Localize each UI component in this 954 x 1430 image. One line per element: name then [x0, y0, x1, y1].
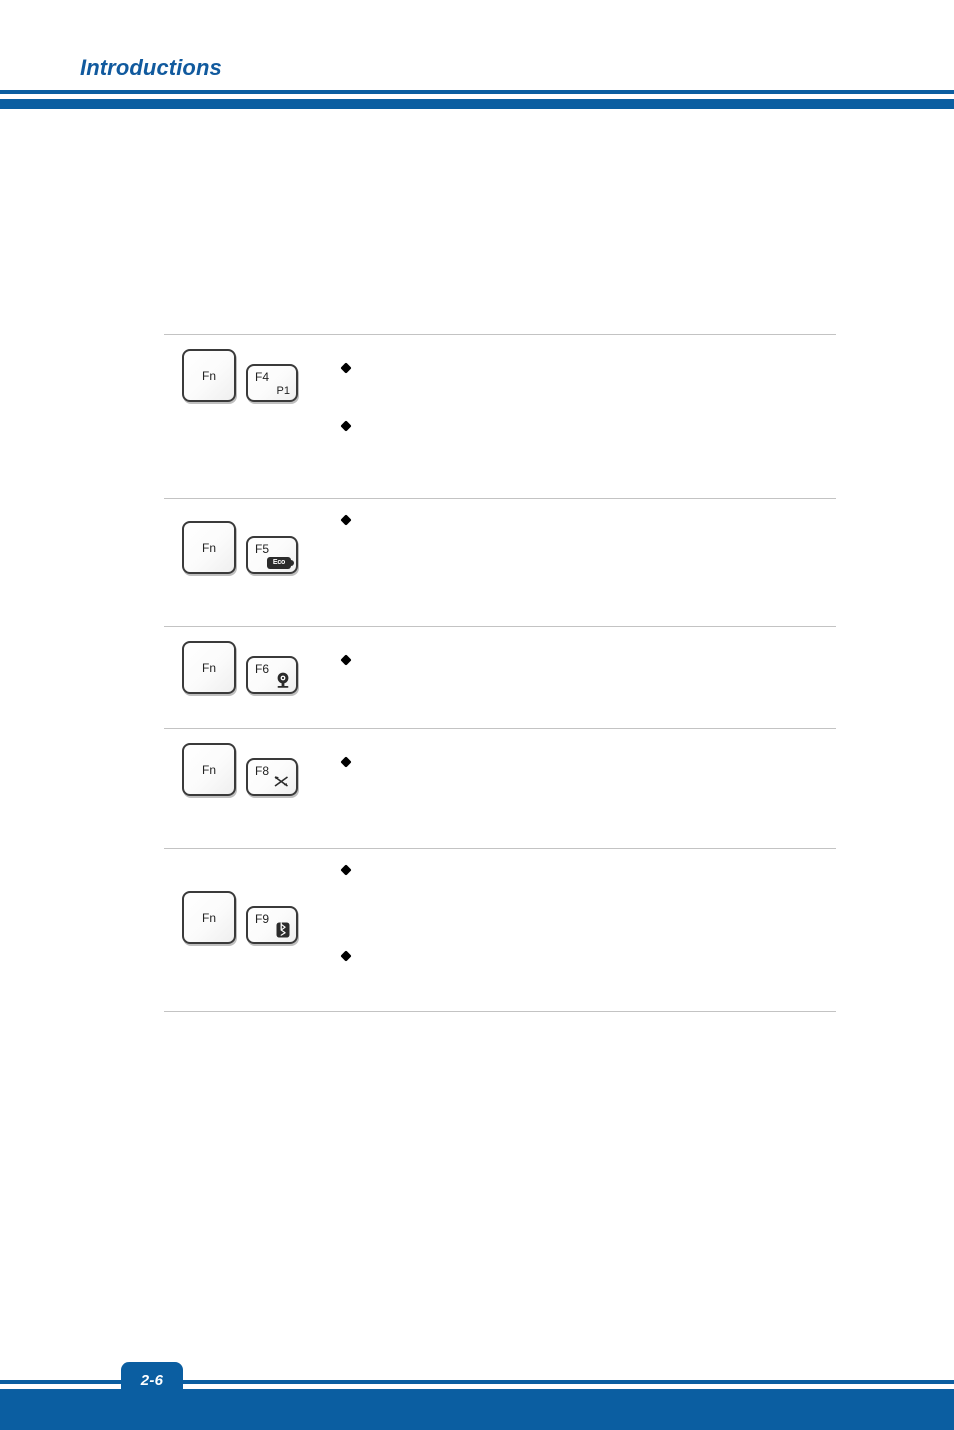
key-f6-label: F6: [255, 661, 270, 676]
key-fn-label: Fn: [201, 910, 216, 925]
table-row: Fn F9: [164, 848, 836, 1012]
page-title: Introductions: [80, 55, 222, 80]
eco-battery-icon-label: Eco: [272, 559, 286, 566]
table-row: Fn F6: [164, 626, 836, 728]
eco-battery-icon: Eco: [267, 556, 294, 569]
list-item: [340, 755, 358, 768]
key-fn-label: Fn: [201, 368, 216, 383]
hotkey-table: Fn F4 P1 Fn F5 Eco Fn F6 Fn F8 Fn F9: [164, 334, 836, 1012]
header-rule-thin: [0, 90, 954, 94]
key-combination: Fn F5 Eco: [182, 521, 298, 574]
webcam-icon: [275, 672, 291, 689]
list-item: [340, 513, 358, 526]
table-row: Fn F5 Eco: [164, 498, 836, 626]
row-description: [340, 627, 836, 728]
key-fn-label: Fn: [201, 660, 216, 675]
page-header: Introductions: [0, 0, 954, 120]
key-f6[interactable]: F6: [246, 655, 298, 694]
list-item: [340, 653, 358, 666]
list-item: [340, 361, 358, 374]
key-combination: Fn F4 P1: [182, 349, 298, 402]
key-combination: Fn F8: [182, 743, 298, 796]
page-number-tab: 2-6: [121, 1362, 183, 1398]
key-combination: Fn F9: [182, 891, 298, 944]
bullet-icon: [340, 362, 352, 374]
key-f5-label: F5: [255, 541, 270, 556]
row-description: [340, 499, 836, 626]
list-item: [340, 419, 358, 432]
key-fn[interactable]: Fn: [182, 521, 236, 574]
key-f5[interactable]: F5 Eco: [246, 535, 298, 574]
list-item: [340, 863, 358, 876]
page-number-label: 2-6: [140, 1371, 164, 1389]
page-footer: 2-6: [0, 1360, 954, 1430]
key-f4-label: F4: [255, 369, 270, 384]
header-rule-thick: [0, 99, 954, 109]
row-description: [340, 849, 836, 1011]
key-fn[interactable]: Fn: [182, 891, 236, 944]
key-f4[interactable]: F4 P1: [246, 363, 298, 402]
bullet-icon: [340, 420, 352, 432]
row-description: [340, 335, 836, 498]
bullet-icon: [340, 654, 352, 666]
key-fn[interactable]: Fn: [182, 641, 236, 694]
bullet-icon: [340, 864, 352, 876]
key-combination: Fn F6: [182, 641, 298, 694]
bluetooth-icon: [276, 921, 290, 938]
key-f9-label: F9: [255, 911, 270, 926]
key-f9[interactable]: F9: [246, 905, 298, 944]
key-f8-label: F8: [255, 763, 270, 778]
key-fn[interactable]: Fn: [182, 743, 236, 796]
bullet-icon: [340, 756, 352, 768]
key-fn[interactable]: Fn: [182, 349, 236, 402]
bullet-icon: [340, 514, 352, 526]
row-description: [340, 729, 836, 848]
key-f4-sublabel: P1: [276, 384, 290, 397]
table-row: Fn F4 P1: [164, 334, 836, 498]
key-f8[interactable]: F8: [246, 757, 298, 796]
table-row: Fn F8: [164, 728, 836, 848]
key-fn-label: Fn: [201, 762, 216, 777]
bullet-icon: [340, 950, 352, 962]
list-item: [340, 949, 358, 962]
key-fn-label: Fn: [201, 540, 216, 555]
wireless-lan-icon: [274, 775, 289, 789]
